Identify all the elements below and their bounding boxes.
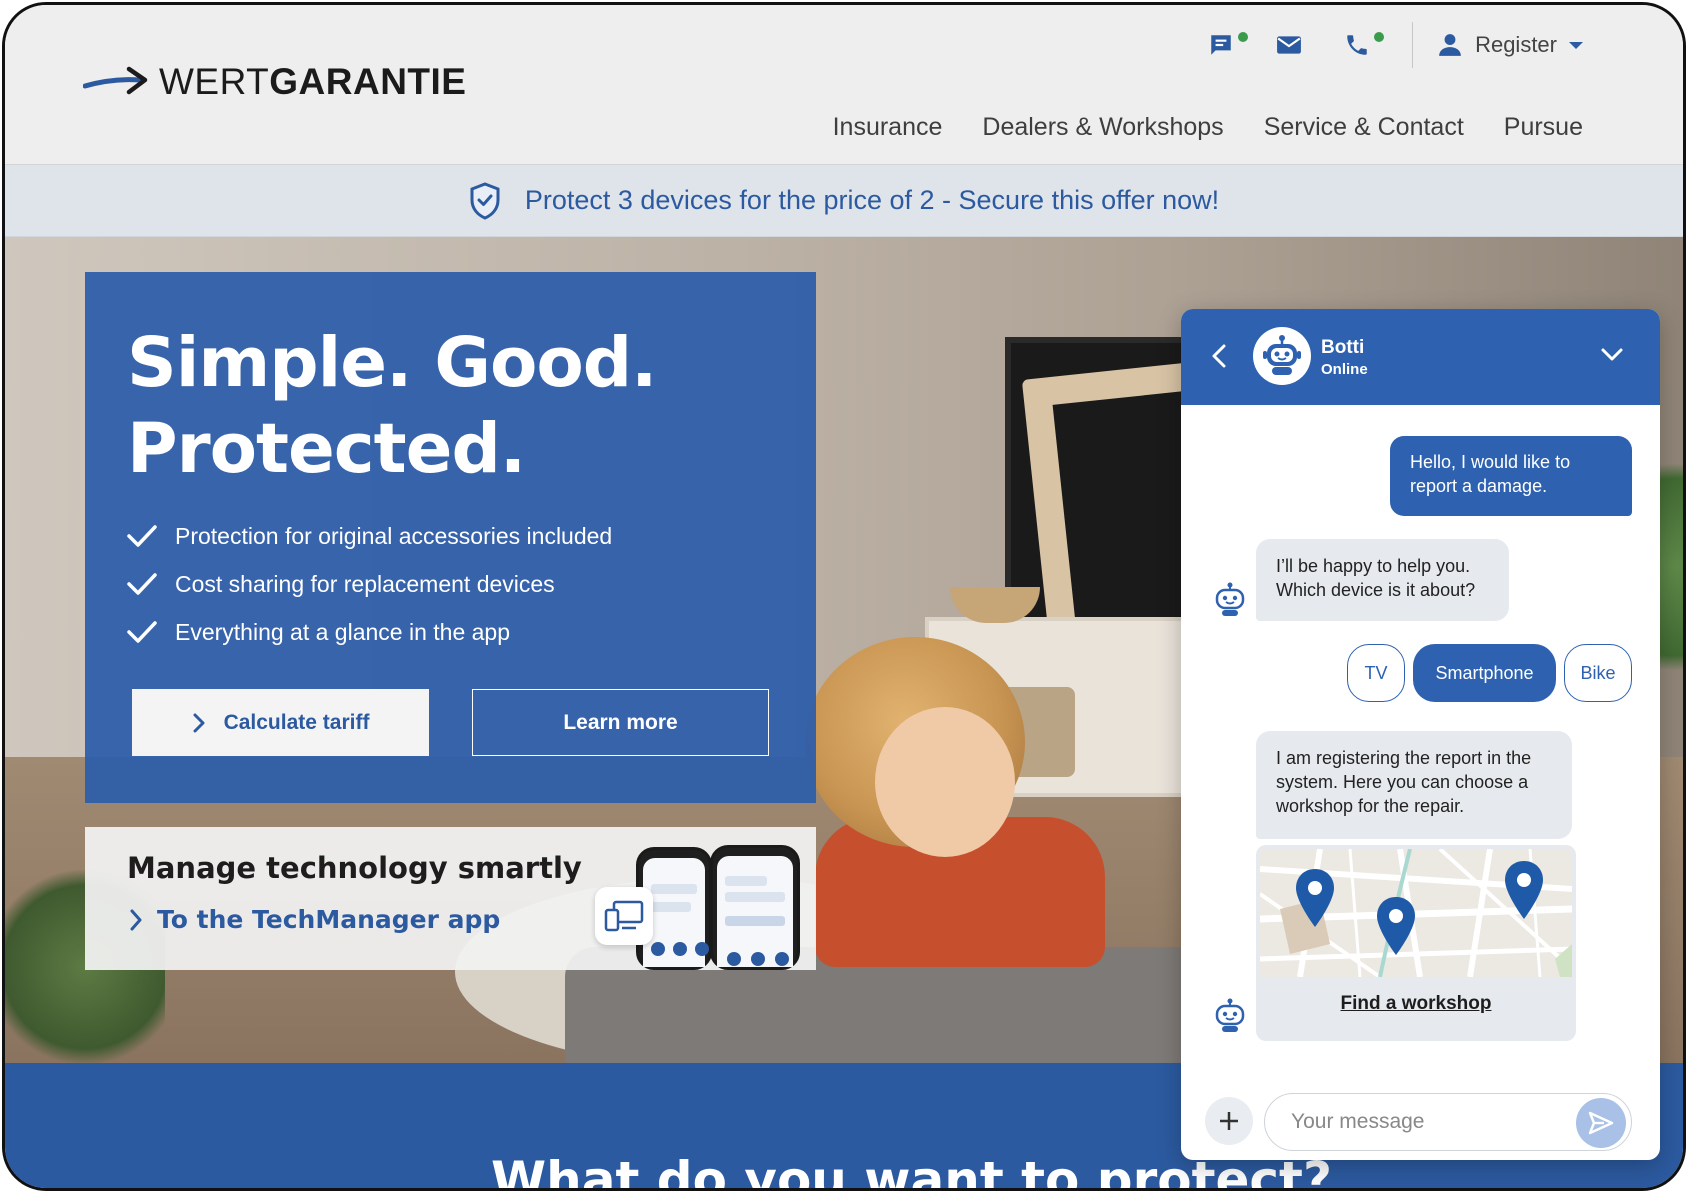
app-teaser-title: Manage technology smartly — [127, 851, 582, 885]
promo-banner[interactable]: Protect 3 devices for the price of 2 - S… — [5, 165, 1683, 237]
choice-smartphone-button[interactable]: Smartphone — [1413, 644, 1556, 702]
back-icon[interactable] — [1211, 343, 1227, 369]
devices-icon — [595, 887, 653, 945]
bot-avatar-icon — [1215, 998, 1245, 1032]
hero-benefits: Protection for original accessories incl… — [127, 512, 612, 656]
logo-text: WERTGARANTIE — [159, 61, 467, 102]
browser-frame: WERTGARANTIE Register Insurance Dealers … — [2, 2, 1686, 1191]
chat-header: Botti Online — [1181, 309, 1660, 405]
find-workshop-link[interactable]: Find a workshop — [1256, 993, 1576, 1015]
hero-panel: Simple. Good. Protected. Protection for o… — [85, 272, 816, 803]
workshop-map-card: Find a workshop — [1256, 845, 1576, 1041]
bot-avatar-icon — [1215, 582, 1245, 616]
send-icon — [1588, 1111, 1614, 1135]
benefit-item: Everything at a glance in the app — [127, 608, 612, 656]
bot-message: I’ll be happy to help you. Which device … — [1256, 539, 1509, 621]
map-pin-icon — [1296, 869, 1334, 927]
chevron-right-icon — [130, 909, 142, 930]
choice-tv-button[interactable]: TV — [1347, 644, 1405, 702]
register-label: Register — [1475, 32, 1557, 57]
chat-widget: Botti Online Hello, I would like to repo… — [1181, 309, 1660, 1160]
plus-icon — [1220, 1112, 1238, 1130]
phone-mockup — [710, 845, 800, 970]
hero-title: Simple. Good. Protected. — [127, 323, 657, 489]
benefit-item: Cost sharing for replacement devices — [127, 560, 612, 608]
site-header: WERTGARANTIE Register Insurance Dealers … — [5, 5, 1683, 165]
phone-icon[interactable] — [1342, 30, 1385, 60]
logo-arrow-icon — [83, 66, 148, 95]
app-teaser: Manage technology smartly To the TechMan… — [85, 827, 816, 970]
bot-name: Botti — [1321, 337, 1365, 358]
choice-bike-button[interactable]: Bike — [1564, 644, 1632, 702]
benefit-item: Protection for original accessories incl… — [127, 512, 612, 560]
mail-icon[interactable] — [1274, 30, 1304, 60]
promo-text: Protect 3 devices for the price of 2 - S… — [524, 185, 1220, 215]
nav-dealers-workshops[interactable]: Dealers & Workshops — [982, 113, 1223, 142]
online-dot — [1374, 32, 1385, 42]
divider — [1412, 22, 1414, 68]
send-button[interactable] — [1576, 1098, 1626, 1148]
utility-bar: Register — [1206, 22, 1583, 68]
calculate-tariff-button[interactable]: Calculate tariff — [132, 689, 429, 756]
robot-icon — [1263, 335, 1301, 375]
check-icon — [127, 621, 157, 643]
bot-message: I am registering the report in the syste… — [1256, 731, 1572, 839]
main-nav: Insurance Dealers & Workshops Service & … — [793, 113, 1583, 142]
chevron-right-icon — [193, 713, 205, 732]
user-icon — [1439, 34, 1461, 56]
register-menu[interactable]: Register — [1437, 32, 1583, 58]
learn-more-button[interactable]: Learn more — [472, 689, 769, 756]
user-message: Hello, I would like to report a damage. — [1390, 436, 1632, 516]
bot-avatar — [1253, 327, 1311, 385]
chevron-down-icon[interactable] — [1600, 347, 1624, 363]
nav-insurance[interactable]: Insurance — [833, 113, 943, 142]
chat-icon[interactable] — [1206, 30, 1249, 60]
nav-pursue[interactable]: Pursue — [1504, 113, 1583, 142]
add-attachment-button[interactable] — [1205, 1097, 1253, 1145]
online-dot — [1238, 32, 1249, 42]
shield-check-icon — [470, 181, 500, 220]
wertgarantie-logo[interactable]: WERTGARANTIE — [83, 61, 467, 103]
chat-composer: Your message — [1181, 1079, 1660, 1160]
nav-service-contact[interactable]: Service & Contact — [1264, 113, 1464, 142]
caret-down-icon — [1569, 41, 1583, 49]
map-pin-icon — [1377, 897, 1415, 955]
techmanager-app-link[interactable]: To the TechManager app — [129, 905, 500, 934]
check-icon — [127, 525, 157, 547]
bot-status: Online — [1321, 361, 1368, 378]
map-pin-icon — [1505, 861, 1543, 919]
check-icon — [127, 573, 157, 595]
